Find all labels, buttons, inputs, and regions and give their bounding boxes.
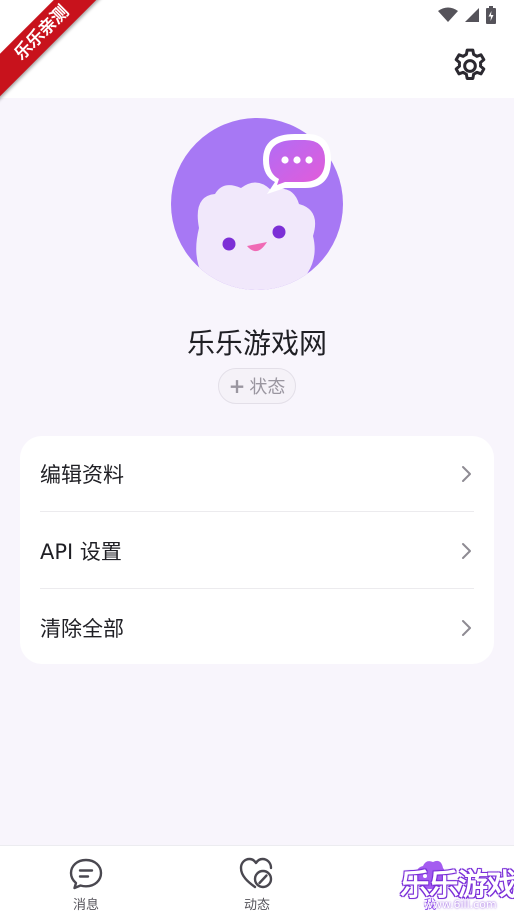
chevron-right-icon xyxy=(462,620,471,636)
chat-icon xyxy=(69,858,103,890)
tab-moments[interactable]: 动态 xyxy=(197,846,317,915)
tab-messages[interactable]: 消息 xyxy=(26,846,146,915)
me-icon xyxy=(416,860,446,889)
gear-icon xyxy=(454,48,486,80)
chat-bubble-mascot-avatar xyxy=(171,118,343,290)
menu-item-clear-all[interactable]: 清除全部 xyxy=(40,590,474,666)
menu-item-label: 清除全部 xyxy=(40,617,124,641)
cellular-signal-icon xyxy=(465,8,479,22)
status-label: 状态 xyxy=(249,377,286,398)
settings-button[interactable] xyxy=(448,44,492,88)
wifi-icon xyxy=(438,7,458,22)
plus-icon: + xyxy=(228,374,246,398)
tab-label: 动态 xyxy=(243,898,270,913)
top-bar: 乐乐亲测 xyxy=(0,0,514,101)
menu-divider xyxy=(40,588,474,589)
tab-me[interactable]: 我 xyxy=(370,846,490,915)
tab-label: 消息 xyxy=(72,898,99,913)
menu-item-label: 编辑资料 xyxy=(40,463,124,487)
chevron-right-icon xyxy=(462,543,471,559)
settings-menu-card: 编辑资料 API 设置 清除全部 xyxy=(20,436,494,664)
menu-item-api-settings[interactable]: API 设置 xyxy=(40,513,474,589)
profile-name: 乐乐游戏网 xyxy=(186,327,327,360)
bottom-nav: 消息 动态 我 xyxy=(0,845,514,915)
chevron-right-icon xyxy=(462,466,471,482)
add-status-button[interactable]: + 状态 xyxy=(218,368,296,404)
battery-icon xyxy=(486,6,496,24)
moments-icon xyxy=(239,857,273,889)
menu-item-edit-profile[interactable]: 编辑资料 xyxy=(40,436,474,512)
menu-item-label: API 设置 xyxy=(40,540,122,564)
menu-divider xyxy=(40,511,474,512)
status-bar xyxy=(438,6,496,24)
avatar[interactable] xyxy=(171,118,343,290)
corner-badge: 乐乐亲测 xyxy=(0,0,110,101)
tab-label: 我 xyxy=(423,898,437,913)
